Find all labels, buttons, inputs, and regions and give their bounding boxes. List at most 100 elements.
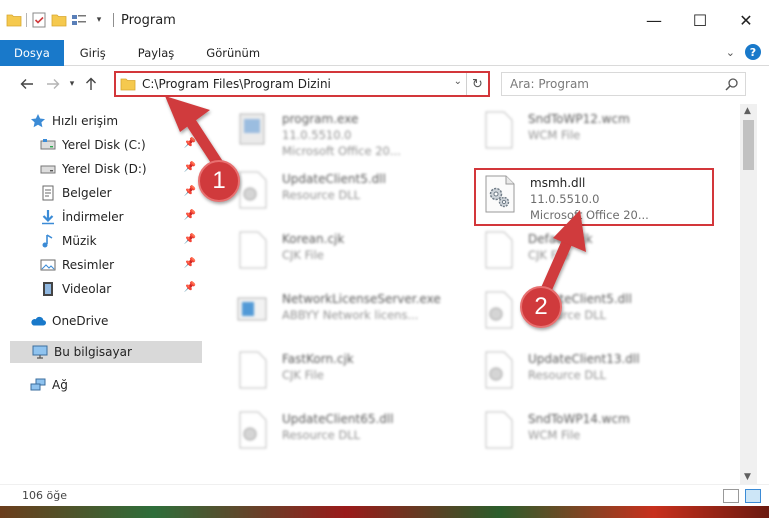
file-name: SndToWP12.wcm	[528, 112, 630, 126]
file-type: WCM File	[528, 428, 581, 442]
sidebar-item-pictures[interactable]: Resimler 📌	[40, 254, 202, 276]
pin-icon[interactable]: 📌	[184, 186, 196, 197]
tab-gorunum[interactable]: Görünüm	[190, 40, 276, 66]
videos-icon	[40, 281, 56, 297]
minimize-button[interactable]: —	[631, 0, 677, 40]
address-bar[interactable]: C:\Program Files\Program Dizini ⌄ ↻	[114, 71, 490, 97]
pin-icon[interactable]: 📌	[184, 162, 196, 173]
desktop-background	[0, 506, 769, 518]
file-item-sndtowp14-wcm[interactable]: SndToWP14.wcm WCM File	[466, 406, 706, 462]
file-description: Microsoft Office 20...	[530, 208, 649, 222]
scroll-down-icon[interactable]: ▼	[744, 472, 751, 482]
file-name: UpdateClient13.dll	[528, 352, 640, 366]
file-item-program-exe[interactable]: program.exe 11.0.5510.0 Microsoft Office…	[220, 106, 460, 162]
file-name: Default.cjk	[528, 232, 593, 246]
search-input[interactable]: Ara: Program	[510, 77, 589, 91]
pin-icon[interactable]: 📌	[184, 258, 196, 269]
sidebar-item-videos[interactable]: Videolar 📌	[40, 278, 202, 300]
help-icon[interactable]: ?	[745, 44, 761, 60]
properties-icon[interactable]	[31, 12, 47, 28]
address-path: C:\Program Files\Program Dizini	[142, 77, 331, 91]
back-button[interactable]	[14, 71, 40, 97]
maximize-button[interactable]: ☐	[677, 0, 723, 40]
file-name: UpdateClient5.dll	[282, 172, 386, 186]
file-item-default-cjk[interactable]: Default.cjk CJK File	[466, 226, 706, 282]
divider	[26, 13, 27, 27]
sidebar-item-quick-access[interactable]: Hızlı erişim	[30, 110, 232, 132]
file-version: 11.0.5510.0	[530, 192, 600, 206]
vertical-scrollbar[interactable]: ▲ ▼	[740, 104, 757, 484]
file-item-networklicenseserver-exe[interactable]: NetworkLicenseServer.exe ABBYY Network l…	[220, 286, 460, 342]
chevron-down-icon[interactable]: ⌄	[726, 46, 735, 59]
file-icon	[234, 350, 274, 396]
sidebar-item-label: Hızlı erişim	[52, 114, 119, 128]
file-item-sndtowp12-wcm[interactable]: SndToWP12.wcm WCM File	[466, 106, 706, 162]
chevron-down-icon[interactable]: ⌄	[454, 76, 462, 87]
file-type: Resource DLL	[282, 428, 361, 442]
scrollbar-thumb[interactable]	[743, 120, 754, 170]
arrow-left-icon	[20, 79, 33, 89]
pin-icon[interactable]: 📌	[184, 138, 196, 149]
music-icon	[40, 233, 56, 249]
sidebar-item-network[interactable]: Ağ	[30, 374, 202, 396]
pin-icon[interactable]: 📌	[184, 234, 196, 245]
forward-button[interactable]	[40, 71, 66, 97]
tab-giris[interactable]: Giriş	[64, 40, 122, 66]
dll-icon	[234, 410, 274, 456]
up-button[interactable]	[78, 71, 104, 97]
exe-icon	[234, 110, 274, 156]
tab-paylas[interactable]: Paylaş	[122, 40, 191, 66]
sidebar-item-this-pc[interactable]: Bu bilgisayar	[10, 341, 202, 363]
file-item-msmh-dll[interactable]: msmh.dll 11.0.5510.0 Microsoft Office 20…	[474, 168, 714, 226]
file-icon	[480, 230, 520, 276]
pictures-icon	[40, 257, 56, 273]
file-version: 11.0.5510.0	[282, 128, 352, 142]
sidebar-item-onedrive[interactable]: OneDrive	[30, 310, 202, 332]
sidebar-item-documents[interactable]: Belgeler 📌	[40, 182, 202, 204]
file-item-updateclient65-dll[interactable]: UpdateClient65.dll Resource DLL	[220, 406, 460, 462]
file-name: FastKorn.cjk	[282, 352, 354, 366]
tab-dosya[interactable]: Dosya	[0, 39, 64, 66]
details-view-icon[interactable]	[723, 489, 739, 503]
large-icons-view-icon[interactable]	[745, 489, 761, 503]
pin-icon[interactable]: 📌	[184, 282, 196, 293]
file-item-updateclient13-dll[interactable]: UpdateClient13.dll Resource DLL	[466, 346, 706, 402]
dll-icon	[480, 290, 520, 336]
sidebar-item-label: Ağ	[52, 378, 68, 392]
file-item-updateclient5-dll[interactable]: UpdateClient5.dll Resource DLL	[220, 166, 460, 222]
file-icon	[480, 410, 520, 456]
sidebar-item-label: Yerel Disk (D:)	[62, 162, 147, 176]
sidebar-item-downloads[interactable]: İndirmeler 📌	[40, 206, 202, 228]
file-type: Resource DLL	[282, 188, 361, 202]
status-bar: 106 öğe	[0, 484, 769, 506]
navigation-pane: Hızlı erişim Yerel Disk (C:) 📌 Yerel Dis…	[0, 104, 206, 484]
close-button[interactable]: ✕	[723, 0, 769, 40]
arrow-up-icon	[86, 77, 96, 90]
recent-locations-button[interactable]: ▾	[66, 71, 78, 97]
file-type: CJK File	[528, 248, 570, 262]
pin-icon[interactable]: 📌	[184, 210, 196, 221]
sidebar-item-local-disk-c[interactable]: Yerel Disk (C:) 📌	[40, 134, 202, 156]
file-name: NetworkLicenseServer.exe	[282, 292, 441, 306]
new-folder-icon[interactable]	[51, 12, 67, 28]
refresh-button[interactable]: ↻	[466, 73, 488, 95]
file-type: ABBYY Network licens...	[282, 308, 419, 322]
view-options-icon[interactable]	[71, 12, 87, 28]
file-item-fastkorn-cjk[interactable]: FastKorn.cjk CJK File	[220, 346, 460, 402]
sidebar-item-label: Müzik	[62, 234, 97, 248]
scroll-up-icon[interactable]: ▲	[744, 106, 751, 116]
customize-toolbar-icon[interactable]: ▾	[91, 12, 107, 28]
folder-icon[interactable]	[6, 12, 22, 28]
sidebar-item-local-disk-d[interactable]: Yerel Disk (D:) 📌	[40, 158, 202, 180]
file-name: program.exe	[282, 112, 359, 126]
file-list: program.exe 11.0.5510.0 Microsoft Office…	[210, 104, 740, 484]
search-box[interactable]: Ara: Program	[501, 72, 746, 96]
file-type: CJK File	[282, 368, 324, 382]
network-icon	[30, 377, 46, 393]
search-icon	[725, 78, 738, 91]
file-name: Korean.cjk	[282, 232, 345, 246]
file-item-korean-cjk[interactable]: Korean.cjk CJK File	[220, 226, 460, 282]
sidebar-item-music[interactable]: Müzik 📌	[40, 230, 202, 252]
dll-icon	[234, 170, 274, 216]
file-item-updateclient5-dll-2[interactable]: UpdateClient5.dll Resource DLL	[466, 286, 706, 342]
